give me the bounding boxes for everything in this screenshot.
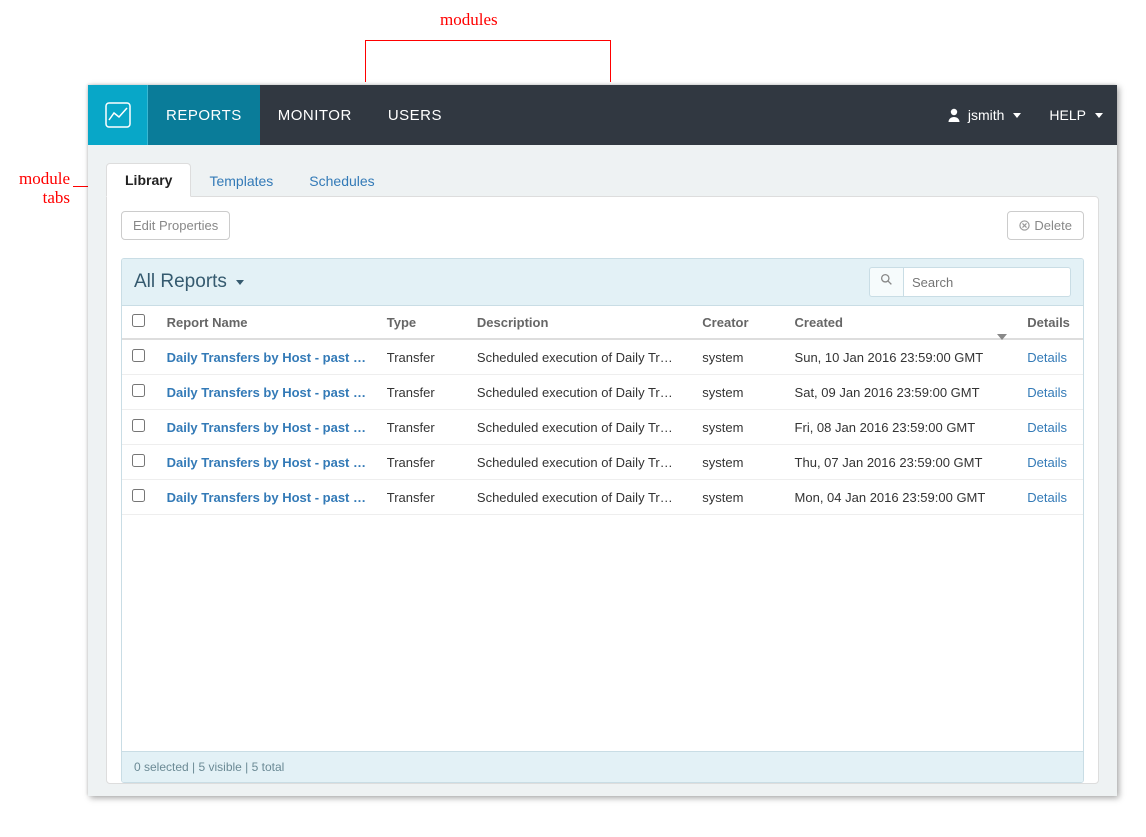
row-checkbox[interactable] — [132, 349, 145, 362]
chevron-down-icon — [1013, 113, 1021, 118]
content-area: Library Templates Schedules Edit Propert… — [88, 145, 1117, 796]
navbar: REPORTS MONITOR USERS jsmith HELP — [88, 85, 1117, 145]
tab-templates[interactable]: Templates — [191, 165, 291, 197]
row-details-link[interactable]: Details — [1027, 455, 1067, 470]
chart-icon — [103, 100, 133, 130]
nav-user-menu[interactable]: jsmith — [932, 85, 1036, 145]
annotation-modules-bracket — [365, 40, 611, 82]
delete-icon — [1019, 220, 1030, 231]
col-header-created-label: Created — [795, 315, 843, 330]
table-title-text: All Reports — [134, 271, 227, 293]
row-description: Scheduled execution of Daily Tr… — [467, 375, 692, 410]
col-header-description[interactable]: Description — [467, 306, 692, 339]
edit-properties-button[interactable]: Edit Properties — [121, 211, 230, 240]
nav-user-name: jsmith — [968, 107, 1005, 123]
row-description: Scheduled execution of Daily Tr… — [467, 410, 692, 445]
search-button[interactable] — [869, 267, 903, 297]
report-name-link[interactable]: Daily Transfers by Host - past … — [167, 455, 366, 470]
app-window: REPORTS MONITOR USERS jsmith HELP Librar… — [88, 85, 1117, 796]
annotation-text: tabs — [43, 188, 70, 207]
reports-table: Report Name Type Description Creator Cre… — [122, 306, 1083, 515]
nav-users[interactable]: USERS — [370, 85, 460, 145]
row-created: Mon, 04 Jan 2016 23:59:00 GMT — [785, 480, 1018, 515]
reports-table-container: All Reports — [121, 258, 1084, 783]
row-creator: system — [692, 339, 784, 375]
row-details-link[interactable]: Details — [1027, 385, 1067, 400]
search-input[interactable] — [903, 267, 1071, 297]
row-created: Fri, 08 Jan 2016 23:59:00 GMT — [785, 410, 1018, 445]
row-checkbox[interactable] — [132, 454, 145, 467]
row-details-link[interactable]: Details — [1027, 350, 1067, 365]
report-name-link[interactable]: Daily Transfers by Host - past … — [167, 490, 366, 505]
nav-monitor[interactable]: MONITOR — [260, 85, 370, 145]
row-checkbox[interactable] — [132, 384, 145, 397]
row-type: Transfer — [377, 410, 467, 445]
tab-schedules[interactable]: Schedules — [291, 165, 392, 197]
delete-button-label: Delete — [1034, 218, 1072, 233]
col-header-creator[interactable]: Creator — [692, 306, 784, 339]
table-status-bar: 0 selected | 5 visible | 5 total — [122, 751, 1083, 782]
col-header-type[interactable]: Type — [377, 306, 467, 339]
col-header-details[interactable]: Details — [1017, 306, 1083, 339]
row-checkbox[interactable] — [132, 489, 145, 502]
row-type: Transfer — [377, 375, 467, 410]
table-header-bar: All Reports — [122, 259, 1083, 306]
row-checkbox[interactable] — [132, 419, 145, 432]
tab-library[interactable]: Library — [106, 163, 191, 197]
nav-reports[interactable]: REPORTS — [148, 85, 260, 145]
row-creator: system — [692, 375, 784, 410]
row-description: Scheduled execution of Daily Tr… — [467, 480, 692, 515]
table-row: Daily Transfers by Host - past … Transfer… — [122, 480, 1083, 515]
panel-toolbar: Edit Properties Delete — [121, 211, 1084, 240]
table-header-row: Report Name Type Description Creator Cre… — [122, 306, 1083, 339]
delete-button[interactable]: Delete — [1007, 211, 1084, 240]
nav-help-label: HELP — [1049, 107, 1086, 123]
col-header-report-name[interactable]: Report Name — [157, 306, 377, 339]
row-creator: system — [692, 410, 784, 445]
row-type: Transfer — [377, 339, 467, 375]
table-title-dropdown[interactable]: All Reports — [134, 271, 244, 293]
row-type: Transfer — [377, 480, 467, 515]
row-created: Sat, 09 Jan 2016 23:59:00 GMT — [785, 375, 1018, 410]
app-logo[interactable] — [88, 85, 148, 145]
annotation-modules: modules — [440, 10, 498, 30]
row-created: Sun, 10 Jan 2016 23:59:00 GMT — [785, 339, 1018, 375]
search-icon — [880, 273, 893, 286]
nav-help-menu[interactable]: HELP — [1035, 85, 1117, 145]
main-panel: Edit Properties Delete All Reports — [106, 196, 1099, 784]
table-row: Daily Transfers by Host - past … Transfer… — [122, 445, 1083, 480]
row-type: Transfer — [377, 445, 467, 480]
chevron-down-icon — [1095, 113, 1103, 118]
sort-desc-icon — [997, 334, 1007, 340]
annotation-module-tabs: module tabs — [0, 170, 70, 207]
search-group — [869, 267, 1071, 297]
row-details-link[interactable]: Details — [1027, 420, 1067, 435]
col-header-created[interactable]: Created — [785, 306, 1018, 339]
report-name-link[interactable]: Daily Transfers by Host - past … — [167, 420, 366, 435]
row-creator: system — [692, 480, 784, 515]
row-created: Thu, 07 Jan 2016 23:59:00 GMT — [785, 445, 1018, 480]
annotation-text: module — [19, 169, 70, 188]
report-name-link[interactable]: Daily Transfers by Host - past … — [167, 385, 366, 400]
table-row: Daily Transfers by Host - past … Transfer… — [122, 375, 1083, 410]
row-creator: system — [692, 445, 784, 480]
report-name-link[interactable]: Daily Transfers by Host - past … — [167, 350, 366, 365]
table-row: Daily Transfers by Host - past … Transfer… — [122, 339, 1083, 375]
module-tabs: Library Templates Schedules — [106, 163, 1099, 197]
select-all-checkbox[interactable] — [132, 314, 145, 327]
row-description: Scheduled execution of Daily Tr… — [467, 445, 692, 480]
row-details-link[interactable]: Details — [1027, 490, 1067, 505]
chevron-down-icon — [236, 280, 244, 285]
row-description: Scheduled execution of Daily Tr… — [467, 339, 692, 375]
user-icon — [946, 107, 962, 123]
table-row: Daily Transfers by Host - past … Transfer… — [122, 410, 1083, 445]
